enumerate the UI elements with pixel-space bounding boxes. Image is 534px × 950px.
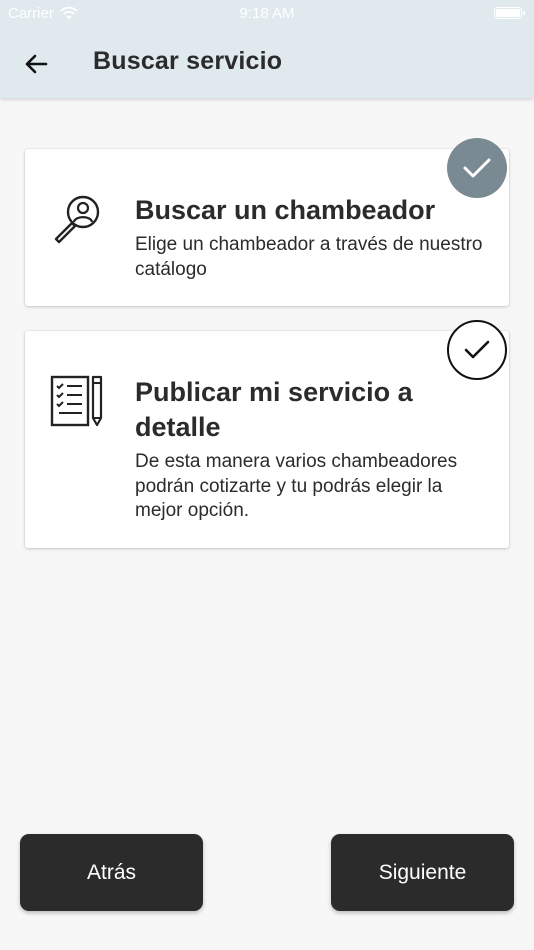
- arrow-left-icon[interactable]: [20, 48, 52, 80]
- unselected-check-icon[interactable]: [447, 320, 507, 380]
- person-search-icon: [54, 195, 100, 244]
- battery-icon: [494, 7, 525, 19]
- option-title: Buscar un chambeador: [135, 195, 436, 225]
- option-card-buscar-chambeador[interactable]: Buscar un chambeador Elige un chambeador…: [25, 149, 509, 306]
- option-description: De esta manera varios chambeadores podrá…: [135, 451, 458, 521]
- selected-check-icon[interactable]: [447, 138, 507, 198]
- option-card-publicar-servicio[interactable]: Publicar mi servicio a detalle De esta m…: [25, 331, 509, 548]
- checklist-pencil-icon: [50, 375, 103, 427]
- checkmark-icon: [464, 340, 490, 359]
- option-description: Elige un chambeador a través de nuestro …: [135, 234, 483, 280]
- clock: 9:18 AM: [239, 5, 295, 22]
- app-header: Buscar servicio: [0, 28, 534, 98]
- checkmark-icon: [463, 158, 491, 178]
- back-button[interactable]: Atrás: [20, 834, 203, 911]
- next-button[interactable]: Siguiente: [331, 834, 514, 911]
- page-title: Buscar servicio: [93, 47, 283, 75]
- option-title: Publicar mi servicio a detalle: [135, 377, 413, 442]
- status-bar: Carrier 9:18 AM: [0, 0, 534, 28]
